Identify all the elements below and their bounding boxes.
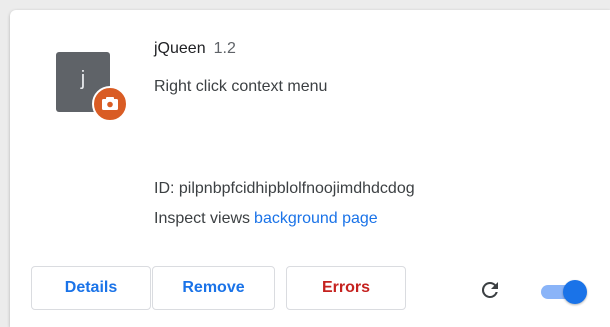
- unpacked-badge-icon: [92, 86, 128, 122]
- reload-icon[interactable]: [478, 278, 502, 302]
- toggle-knob: [563, 280, 587, 304]
- background-page-link[interactable]: background page: [254, 210, 378, 227]
- extension-card: j jQueen 1.2 Right click context menu ID:…: [10, 10, 610, 327]
- extension-name-line: jQueen 1.2: [154, 40, 236, 58]
- enable-toggle[interactable]: [541, 280, 591, 304]
- remove-button[interactable]: Remove: [152, 266, 275, 310]
- inspect-views-label: Inspect views: [154, 210, 251, 227]
- extension-version: 1.2: [213, 40, 236, 57]
- extension-id: ID: pilpnbpfcidhipblolfnoojimdhdcdog: [154, 180, 415, 197]
- inspect-views: Inspect views background page: [154, 210, 378, 228]
- extension-name: jQueen: [154, 40, 206, 57]
- extension-description: Right click context menu: [154, 78, 328, 95]
- errors-button[interactable]: Errors: [286, 266, 406, 310]
- details-button[interactable]: Details: [31, 266, 151, 310]
